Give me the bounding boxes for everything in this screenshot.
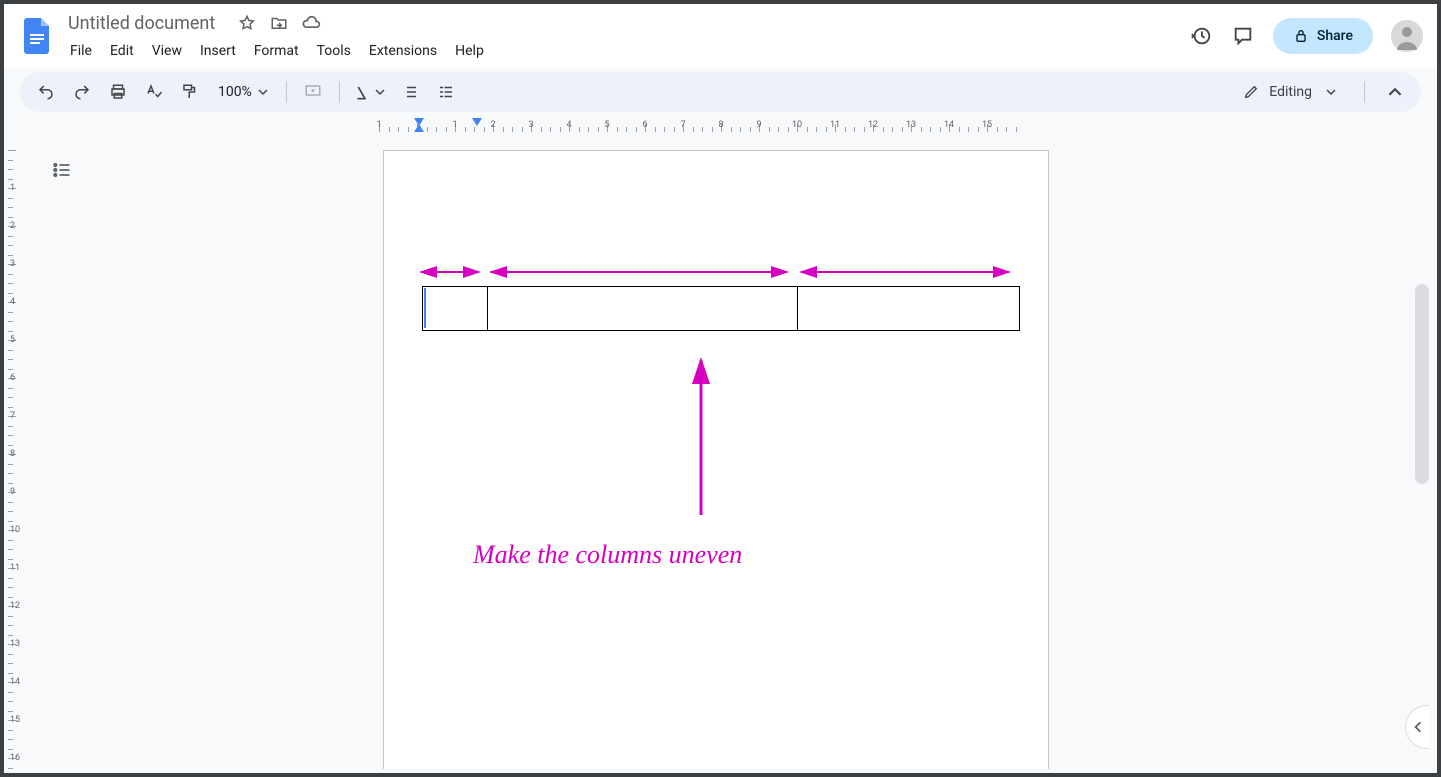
menu-format[interactable]: Format [246, 39, 307, 63]
menu-insert[interactable]: Insert [192, 39, 244, 63]
undo-button[interactable] [32, 78, 60, 106]
editing-label: Editing [1269, 84, 1312, 100]
history-icon[interactable] [1189, 24, 1213, 48]
menu-edit[interactable]: Edit [102, 39, 142, 63]
image-options-button[interactable] [352, 78, 388, 106]
vertical-scrollbar[interactable] [1415, 284, 1429, 484]
menu-file[interactable]: File [62, 39, 100, 63]
add-comment-button[interactable] [299, 78, 327, 106]
menu-help[interactable]: Help [447, 39, 492, 63]
line-spacing-button[interactable] [396, 78, 424, 106]
zoom-select[interactable]: 100% [212, 84, 274, 100]
comments-icon[interactable] [1231, 24, 1255, 48]
horizontal-ruler[interactable]: 1123456789101112131415 [4, 118, 1437, 134]
outline-toggle-button[interactable] [48, 156, 76, 184]
redo-button[interactable] [68, 78, 96, 106]
document-canvas: 12345678910111213141516 Make the columns… [8, 150, 1433, 769]
spellcheck-button[interactable] [140, 78, 168, 106]
cloud-icon[interactable] [301, 13, 321, 33]
menu-view[interactable]: View [144, 39, 190, 63]
hide-menus-button[interactable] [1381, 78, 1409, 106]
side-panel-toggle[interactable] [1405, 705, 1429, 749]
chevron-down-icon [1322, 83, 1340, 101]
menu-tools[interactable]: Tools [309, 39, 359, 63]
star-icon[interactable] [237, 13, 257, 33]
move-icon[interactable] [269, 13, 289, 33]
annotation-arrows [379, 150, 1045, 650]
vertical-ruler[interactable]: 12345678910111213141516 [8, 150, 22, 769]
print-button[interactable] [104, 78, 132, 106]
share-button[interactable]: Share [1273, 18, 1373, 54]
menu-extensions[interactable]: Extensions [361, 39, 445, 63]
checklist-button[interactable] [432, 78, 460, 106]
avatar[interactable] [1391, 20, 1423, 52]
paint-format-button[interactable] [176, 78, 204, 106]
document-title[interactable]: Untitled document [62, 11, 221, 36]
zoom-value: 100% [218, 84, 252, 100]
first-line-indent-marker[interactable] [414, 124, 424, 132]
menubar: File Edit View Insert Format Tools Exten… [62, 39, 492, 63]
annotation-text: Make the columns uneven [473, 540, 742, 570]
share-label: Share [1317, 28, 1353, 44]
indent-marker-column[interactable] [472, 118, 482, 126]
toolbar: 100% Editing [20, 72, 1421, 112]
docs-logo[interactable] [18, 16, 58, 56]
titlebar: Untitled document File Edit View Insert … [4, 4, 1437, 68]
editing-mode-button[interactable]: Editing [1235, 79, 1348, 105]
